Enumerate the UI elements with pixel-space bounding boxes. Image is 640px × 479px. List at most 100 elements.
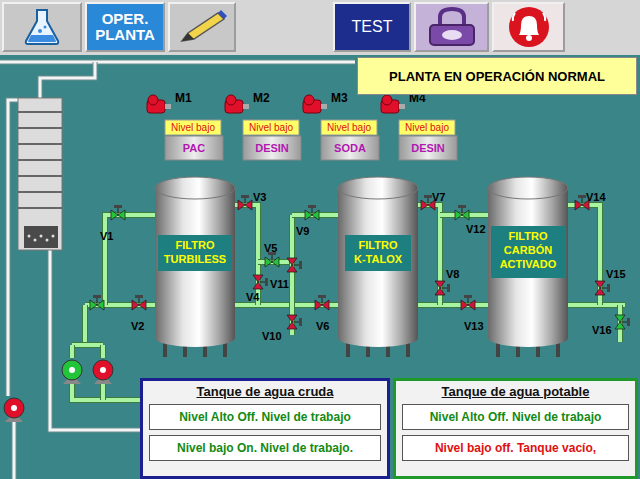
filter-label-box xyxy=(345,235,411,271)
chemical-tank xyxy=(243,136,301,160)
motor-icon[interactable] xyxy=(147,95,171,113)
valve-icon[interactable] xyxy=(305,205,319,220)
alarm-icon xyxy=(504,5,554,49)
valve-label: V9 xyxy=(296,225,309,237)
filter-vessel: FILTROK-TALOX xyxy=(338,177,418,357)
button-label: OPER. xyxy=(102,11,149,28)
chemical-tank xyxy=(399,136,457,160)
pipe xyxy=(82,305,88,345)
filter-label: FILTROTURBILESS xyxy=(164,239,226,265)
filter-label-box xyxy=(158,235,232,271)
lock-button[interactable] xyxy=(414,2,489,52)
valve-label: V10 xyxy=(262,330,282,342)
pipe xyxy=(568,205,600,305)
lock-icon xyxy=(422,5,482,49)
tank-status-row: Nivel bajo off. Tanque vacío, xyxy=(402,435,629,461)
process-canvas: FILTROTURBILESS FILTROK-TALOX FILTROCARBÓN… xyxy=(0,55,640,479)
pipe xyxy=(568,205,600,305)
flask-icon xyxy=(20,7,64,47)
level-box xyxy=(399,120,455,135)
pipe xyxy=(235,205,258,305)
filter-vessel: FILTROTURBILESS xyxy=(155,177,235,357)
valve-icon[interactable] xyxy=(238,195,252,210)
water-pipe xyxy=(8,100,18,396)
chemical-label: DESIN xyxy=(255,142,289,154)
pump-icon[interactable] xyxy=(93,360,113,384)
pipe xyxy=(72,382,140,400)
pipe xyxy=(72,382,140,400)
water-pipe xyxy=(12,420,17,479)
filter-label-box xyxy=(491,226,565,278)
chemical-label: DESIN xyxy=(411,142,445,154)
water-pipe xyxy=(0,61,355,64)
pipe xyxy=(101,382,105,400)
pipe xyxy=(105,215,155,305)
level-label: Nivel bajo xyxy=(171,122,215,133)
motor-label: M3 xyxy=(331,91,348,105)
pipe xyxy=(105,215,155,305)
valve-label: V11 xyxy=(270,278,289,290)
chemical-tank xyxy=(321,136,379,160)
level-box xyxy=(165,120,221,135)
valve-icon[interactable] xyxy=(615,315,630,329)
dosing-unit: M4Nivel bajoDESIN xyxy=(381,91,457,160)
motor-icon[interactable] xyxy=(225,95,249,113)
dosing-unit: M3 Nivel bajo SODA xyxy=(303,91,379,160)
valve-label: V3 xyxy=(253,191,266,203)
valve-icon[interactable] xyxy=(287,258,302,272)
water-pipe xyxy=(13,420,16,479)
valve-icon[interactable] xyxy=(287,315,302,329)
valve-icon[interactable] xyxy=(595,281,610,295)
valve-icon[interactable] xyxy=(90,295,104,310)
valve-label: V2 xyxy=(131,320,144,332)
pump-icon[interactable] xyxy=(62,360,82,384)
dosing-unit: M2Nivel bajoDESIN xyxy=(225,91,301,160)
pipe xyxy=(72,343,103,347)
lab-button[interactable] xyxy=(2,2,82,52)
valve-icon[interactable] xyxy=(132,295,146,310)
tank-status-row: Nivel bajo On. Nivel de trabajo. xyxy=(149,435,381,461)
valve-label: V15 xyxy=(606,268,626,280)
valve-icon[interactable] xyxy=(455,205,469,220)
status-banner: PLANTA EN OPERACIÓN NORMAL xyxy=(357,57,637,95)
pipe xyxy=(69,345,75,358)
filter-label: FILTROK-TALOX xyxy=(354,239,403,265)
valve-label: V6 xyxy=(316,320,329,332)
valve-icon[interactable] xyxy=(111,205,125,220)
filter-label: FILTROCARBÓNACTIVADO xyxy=(500,230,557,270)
water-pipe xyxy=(40,62,95,98)
valve-icon[interactable] xyxy=(435,281,450,295)
dosing-unit: M1Nivel bajoPAC xyxy=(147,91,223,160)
chemical-label: SODA xyxy=(334,142,366,154)
valve-icon[interactable] xyxy=(315,295,329,310)
valve-icon[interactable] xyxy=(253,275,268,289)
chemical-tank xyxy=(165,136,223,160)
valve-icon[interactable] xyxy=(265,252,279,267)
level-box xyxy=(321,120,377,135)
valve-label: V12 xyxy=(466,223,486,235)
valve-label: V1 xyxy=(100,230,113,242)
pipe xyxy=(72,342,103,348)
motor-icon[interactable] xyxy=(303,95,327,113)
tank-panel: Tanque de agua cruda Nivel Alto Off. Niv… xyxy=(140,378,390,479)
tank-panels: Tanque de agua cruda Nivel Alto Off. Niv… xyxy=(0,378,640,479)
level-label: Nivel bajo xyxy=(327,122,371,133)
water-pipe xyxy=(8,100,18,396)
tank-status-row: Nivel Alto Off. Nivel de trabajo xyxy=(402,404,629,430)
pipe xyxy=(100,382,106,400)
pipe xyxy=(70,345,74,358)
valve-icon[interactable] xyxy=(461,295,475,310)
water-pipe xyxy=(0,60,355,65)
edit-button[interactable] xyxy=(168,2,236,52)
pipe xyxy=(101,345,105,358)
valve-label: V14 xyxy=(586,191,606,203)
banner-row: PLANTA EN OPERACIÓN NORMAL xyxy=(0,55,640,95)
alarm-button[interactable] xyxy=(492,2,565,52)
pump-icon[interactable] xyxy=(4,398,24,422)
test-button[interactable]: TEST xyxy=(333,2,411,52)
filter-vessel: FILTROCARBÓNACTIVADO xyxy=(488,177,568,357)
oper-planta-button[interactable]: OPER.PLANTA xyxy=(85,2,165,52)
chemical-label: PAC xyxy=(183,142,205,154)
pipe xyxy=(418,205,440,305)
motor-icon[interactable] xyxy=(381,95,405,113)
